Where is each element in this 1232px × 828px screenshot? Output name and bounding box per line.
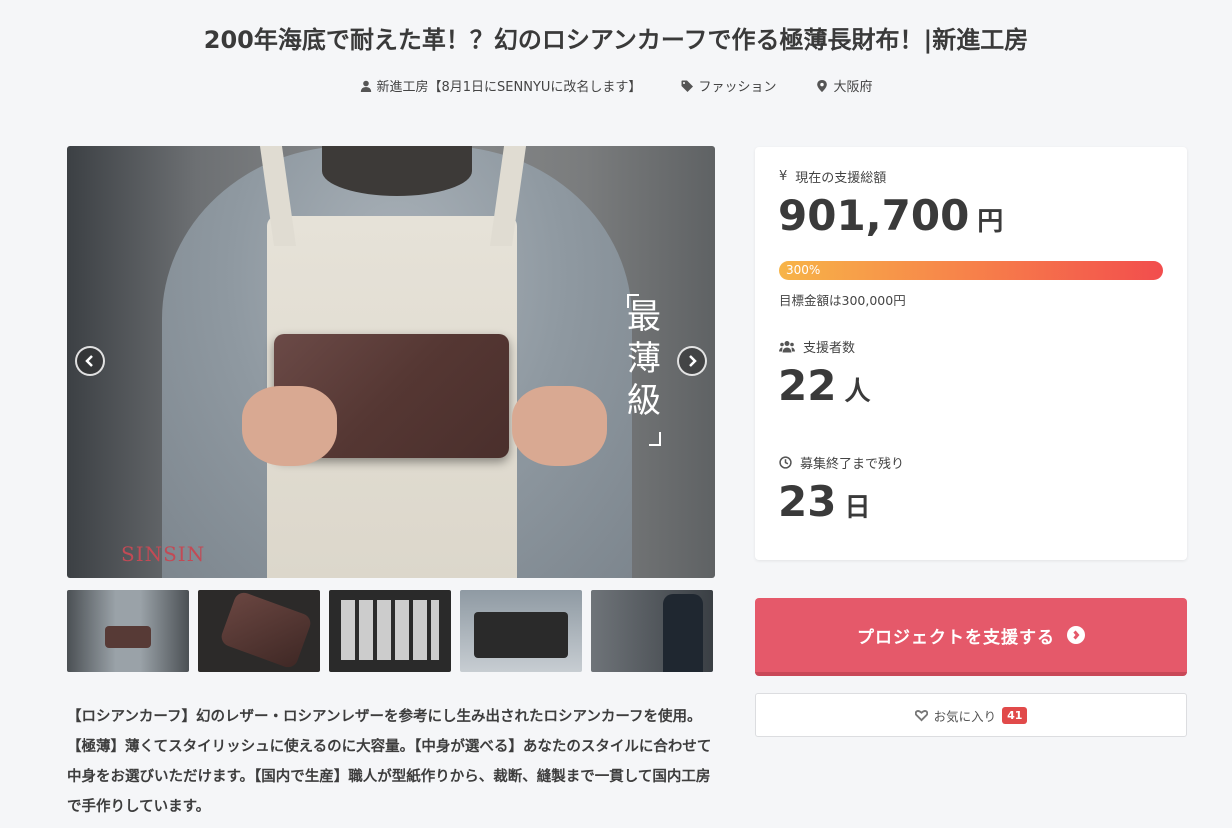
chevron-right-icon xyxy=(689,355,697,367)
thumbnail-2[interactable] xyxy=(198,590,320,672)
heart-icon xyxy=(914,709,928,721)
funding-progress-bar: 300% xyxy=(779,261,1163,280)
owner-name: 新進工房【8月1日にSENNYUに改名します】 xyxy=(376,80,642,95)
yen-icon: ¥ xyxy=(779,169,788,184)
thumbnail-3[interactable] xyxy=(329,590,451,672)
user-icon xyxy=(360,80,371,92)
funding-stats-card: ¥ 現在の支援総額 901,700 円 300% 目標金額は300,000円 支援… xyxy=(755,147,1187,560)
funding-label-row: ¥ 現在の支援総額 xyxy=(779,169,887,186)
tag-icon xyxy=(681,80,694,92)
category-link[interactable]: ファッション xyxy=(681,76,776,95)
project-description: 【ロシアンカーフ】幻のレザー・ロシアンレザーを参考にし生み出されたロシアンカーフ… xyxy=(67,709,712,815)
clock-icon xyxy=(779,456,792,469)
location-name: 大阪府 xyxy=(833,80,873,95)
favorite-button[interactable]: お気に入り 41 xyxy=(755,693,1187,737)
carousel-prev-button[interactable] xyxy=(75,346,105,376)
thumbnail-4[interactable] xyxy=(460,590,582,672)
favorite-count-badge: 41 xyxy=(1002,706,1028,724)
brand-logo: SINSIN xyxy=(121,542,206,566)
project-meta: 新進工房【8月1日にSENNYUに改名します】 ファッション 大阪府 xyxy=(0,76,1232,95)
remaining-days: 23 日 xyxy=(778,477,871,526)
remaining-label-row: 募集終了まで残り xyxy=(779,453,904,472)
thumbnail-5[interactable] xyxy=(591,590,713,672)
map-pin-icon xyxy=(817,79,828,92)
chevron-left-icon xyxy=(85,355,93,367)
funding-amount: 901,700 円 xyxy=(778,191,1004,240)
backers-count: 22 人 xyxy=(778,361,871,410)
favorite-label: お気に入り xyxy=(933,708,997,724)
main-image-carousel[interactable]: 最 薄 級 SINSIN xyxy=(67,146,715,578)
category-name: ファッション xyxy=(698,80,777,95)
location-link[interactable]: 大阪府 xyxy=(816,76,872,95)
progress-percent: 300% xyxy=(786,263,821,277)
users-icon xyxy=(779,341,795,353)
backers-label-row: 支援者数 xyxy=(779,337,855,356)
project-title: 200年海底で耐えた革！？幻のロシアンカーフで作る極薄長財布！|新進工房 xyxy=(203,26,1029,54)
thumbnail-1[interactable] xyxy=(67,590,189,672)
thumbnail-strip xyxy=(67,590,713,672)
support-project-button[interactable]: プロジェクトを支援する xyxy=(755,598,1187,676)
hero-overlay-text: 最 薄 級 xyxy=(627,297,661,421)
owner-link[interactable]: 新進工房【8月1日にSENNYUに改名します】 xyxy=(360,76,642,95)
carousel-next-button[interactable] xyxy=(677,346,707,376)
goal-amount: 目標金額は300,000円 xyxy=(779,293,906,308)
arrow-right-circle-icon xyxy=(1067,626,1085,644)
